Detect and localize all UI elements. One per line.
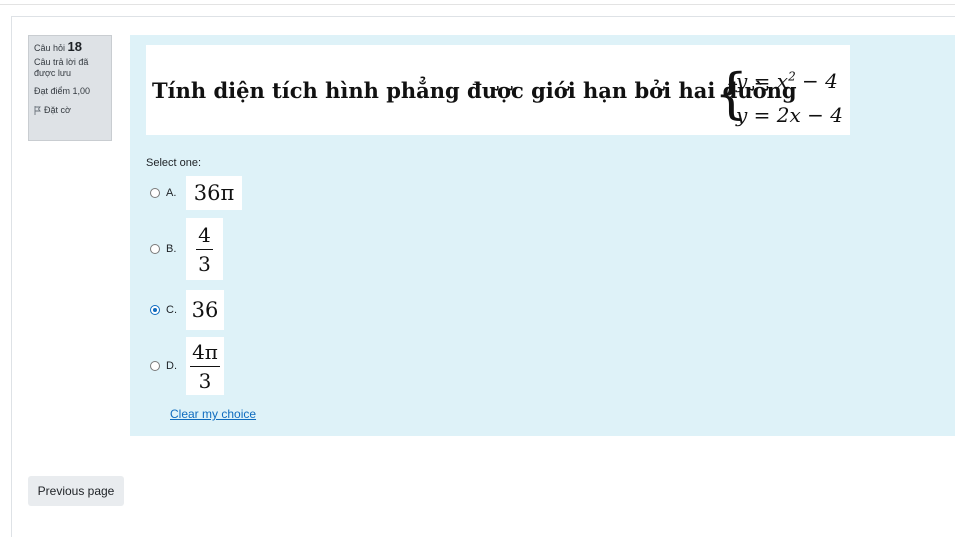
flag-icon	[34, 106, 41, 115]
fraction-numerator: 4	[198, 222, 211, 247]
previous-page-button[interactable]: Previous page	[28, 476, 124, 506]
question-number: 18	[67, 39, 83, 54]
answer-c-value: 36	[186, 290, 224, 330]
radio-d[interactable]	[150, 361, 160, 371]
answer-option-c[interactable]: C. 36	[150, 290, 224, 330]
fraction: 4π 3	[190, 341, 220, 392]
fraction-denominator: 3	[198, 251, 211, 276]
flag-label: Đặt cờ	[44, 105, 71, 115]
radio-b[interactable]	[150, 244, 160, 254]
equation-system: { y = x2 − 4 y = 2x − 4	[714, 59, 844, 129]
question-number-line: Câu hỏi 18	[34, 39, 106, 54]
answer-option-b[interactable]: B. 4 3	[150, 218, 223, 280]
question-text: Tính diện tích hình phẳng được giới hạn …	[152, 78, 797, 103]
equation-2: y = 2x − 4	[736, 103, 843, 127]
option-letter: C.	[166, 304, 177, 316]
fraction-bar	[190, 365, 220, 367]
equation-1-main: y = x	[736, 69, 789, 93]
question-formulation: Tính diện tích hình phẳng được giới hạn …	[130, 35, 955, 436]
answer-a-value: 36π	[186, 176, 242, 210]
fraction-numerator: 4π	[192, 339, 218, 364]
answer-option-d[interactable]: D. 4π 3	[150, 337, 224, 395]
option-letter: A.	[166, 187, 177, 199]
question-text-image: Tính diện tích hình phẳng được giới hạn …	[146, 45, 850, 135]
fraction: 4 3	[196, 224, 213, 275]
answer-option-a[interactable]: A. 36π	[150, 176, 242, 210]
question-state: Câu trả lời đã được lưu	[34, 57, 89, 78]
equation-1: y = x2 − 4	[736, 69, 838, 93]
radio-c[interactable]	[150, 305, 160, 315]
equation-1-tail: − 4	[795, 69, 838, 93]
equation-1-exponent: 2	[788, 69, 796, 84]
option-letter: B.	[166, 243, 177, 255]
answer-d-value: 4π 3	[186, 337, 224, 395]
question-label: Câu hỏi	[34, 43, 66, 53]
top-divider	[0, 4, 955, 5]
question-info-panel: Câu hỏi 18 Câu trả lời đã được lưu Đạt đ…	[28, 35, 112, 141]
select-one-prompt: Select one:	[146, 157, 202, 169]
flag-question-button[interactable]: Đặt cờ	[34, 105, 106, 116]
option-letter: D.	[166, 360, 177, 372]
fraction-bar	[196, 248, 213, 250]
fraction-denominator: 3	[198, 368, 212, 393]
clear-choice-link[interactable]: Clear my choice	[170, 407, 256, 421]
radio-a[interactable]	[150, 188, 160, 198]
answer-b-value: 4 3	[186, 218, 223, 280]
question-grade: Đạt điểm 1,00	[34, 86, 91, 96]
